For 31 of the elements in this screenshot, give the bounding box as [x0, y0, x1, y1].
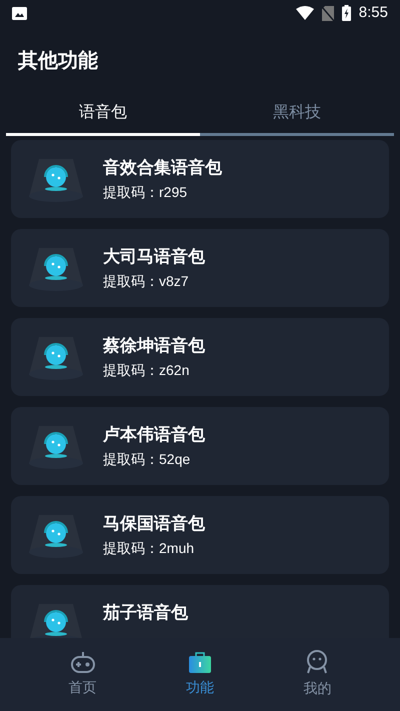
image-icon [12, 6, 27, 20]
gamepad-icon [70, 651, 95, 673]
battery-icon [342, 5, 351, 21]
tab[interactable]: 黑科技 [200, 96, 394, 136]
status-time: 8:55 [358, 2, 388, 23]
robot-face-icon [306, 650, 328, 674]
pack-name: 茄子语音包 [103, 602, 188, 624]
page-title: 其他功能 [18, 49, 98, 74]
voice-pack-card[interactable]: 马保国语音包 提取码：2muh [11, 496, 389, 574]
extract-code: 提取码：v8z7 [103, 272, 190, 290]
pack-name: 大司马语音包 [103, 246, 205, 268]
nav-tab[interactable]: 我的 [287, 650, 348, 699]
extract-code: 提取码：r295 [103, 183, 188, 201]
briefcase-icon [188, 651, 211, 673]
voice-pack-card[interactable]: 音效合集语音包 提取码：r295 [11, 140, 389, 218]
pack-name: 马保国语音包 [103, 513, 205, 535]
extract-code: 提取码：2muh [103, 539, 196, 557]
tab[interactable]: 语音包 [6, 96, 200, 136]
pack-name: 蔡徐坤语音包 [103, 335, 205, 357]
voice-pack-card[interactable]: 大司马语音包 提取码：v8z7 [11, 229, 389, 307]
voice-pack-card[interactable]: 蔡徐坤语音包 提取码：z62n [11, 318, 389, 396]
nav-tab[interactable]: 功能 [170, 651, 230, 698]
no-sim-icon [322, 6, 334, 20]
nav-tab[interactable]: 首页 [52, 651, 113, 698]
pack-name: 音效合集语音包 [103, 157, 222, 179]
pack-name: 卢本伟语音包 [103, 424, 205, 446]
voice-pack-card[interactable]: 卢本伟语音包 提取码：52qe [11, 407, 389, 485]
wifi-icon [296, 6, 314, 20]
extract-code: 提取码：52qe [103, 450, 192, 468]
voice-pack-card[interactable]: 茄子语音包 [11, 585, 389, 638]
extract-code: 提取码：z62n [103, 361, 190, 379]
